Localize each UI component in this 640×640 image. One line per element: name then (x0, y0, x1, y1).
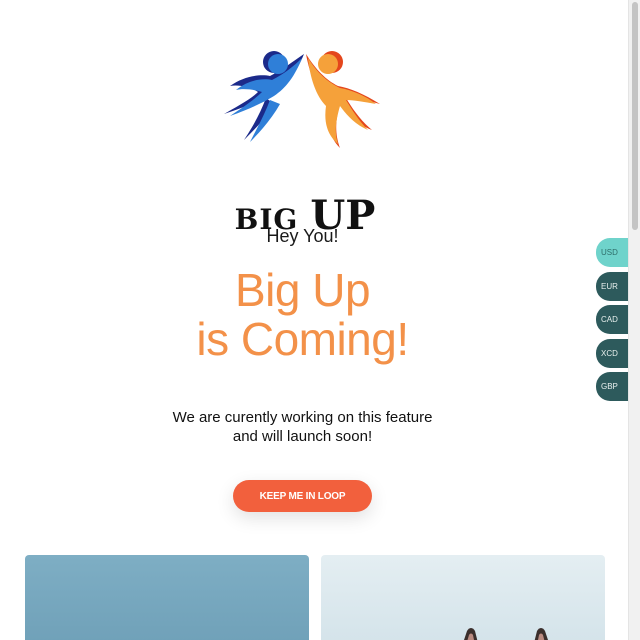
page-headline: Big Up is Coming! (0, 266, 605, 364)
headline-line-1: Big Up (234, 264, 371, 316)
coming-soon-page: BIG UP Hey You! Big Up is Coming! We are … (0, 0, 640, 640)
cat-ears-icon (464, 628, 548, 640)
scrollbar-thumb[interactable] (632, 2, 638, 230)
vertical-scrollbar[interactable] (628, 0, 640, 640)
keep-me-in-loop-button[interactable]: KEEP ME IN LOOP (233, 480, 372, 512)
launch-message-line-2: and will launch soon! (232, 428, 373, 445)
launch-message: We are curently working on this feature … (0, 408, 605, 446)
greeting-text: Hey You! (266, 226, 339, 246)
currency-tab-cad[interactable]: CAD (596, 305, 632, 334)
currency-tab-usd[interactable]: USD (596, 238, 632, 267)
currency-tab-xcd[interactable]: XCD (596, 339, 632, 368)
big-up-logo: BIG UP (200, 44, 410, 239)
headline-line-2: is Coming! (196, 313, 409, 365)
launch-message-line-1: We are curently working on this feature (172, 409, 433, 426)
currency-tab-gbp[interactable]: GBP (596, 372, 632, 401)
currency-tab-eur[interactable]: EUR (596, 272, 632, 301)
image-card-left (25, 555, 309, 640)
logo-figures-icon (224, 51, 380, 148)
image-card-right (321, 555, 605, 640)
